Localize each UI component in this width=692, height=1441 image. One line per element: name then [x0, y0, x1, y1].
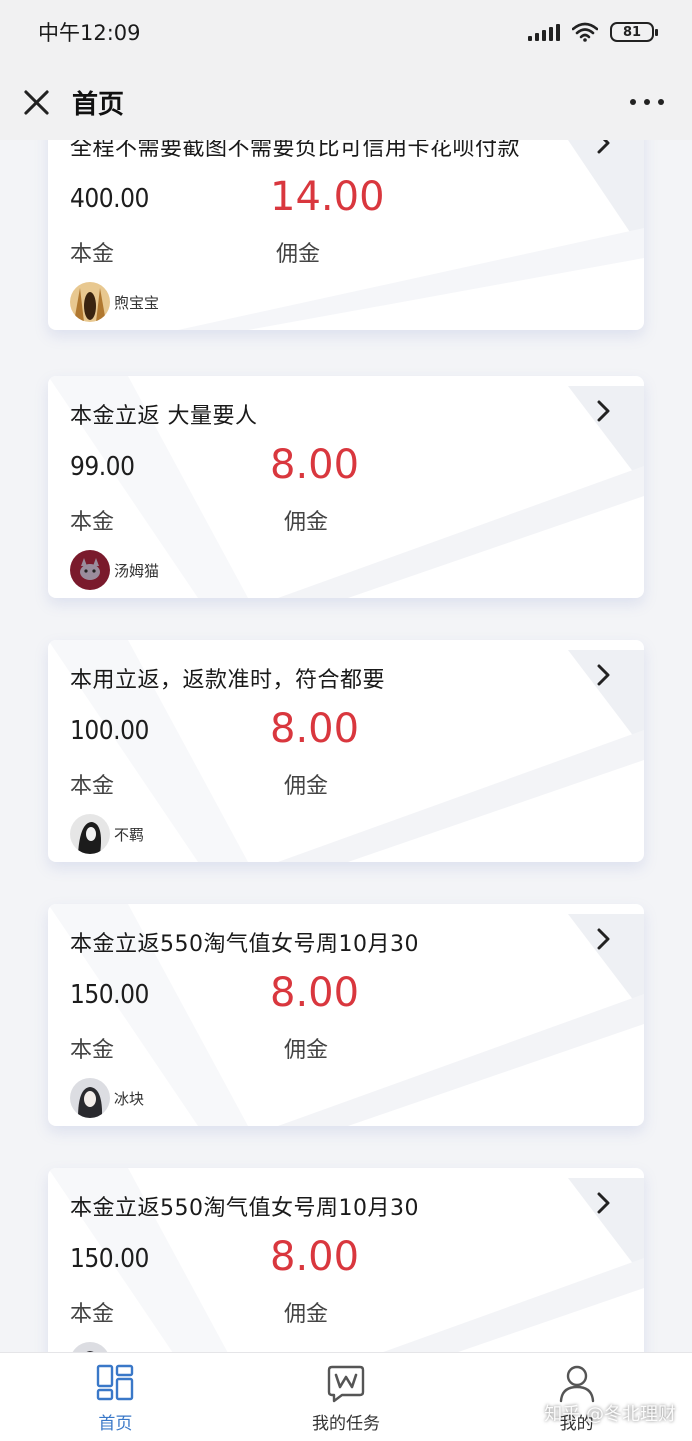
principal-amount: 100.00: [70, 716, 149, 746]
avatar: [70, 1342, 110, 1352]
task-card[interactable]: 本金立返550淘气值女号周10月30 150.00 8.00 本金 佣金 冰块: [48, 1168, 644, 1352]
tab-mine[interactable]: 我的: [461, 1353, 692, 1441]
username: 不羁: [114, 826, 145, 844]
tab-label: 首页: [98, 1414, 133, 1434]
commission-label: 佣金: [284, 1302, 329, 1327]
commission-amount: 14.00: [270, 174, 385, 220]
task-title: 本用立返，返款准时，符合都要: [70, 668, 386, 693]
chevron-right-icon[interactable]: [592, 664, 614, 686]
avatar: [70, 1078, 110, 1118]
username: 汤姆猫: [114, 562, 160, 580]
commission-label: 佣金: [284, 1038, 329, 1063]
task-title: 本金立返550淘气值女号周10月30: [70, 932, 419, 957]
chevron-right-icon[interactable]: [592, 140, 614, 154]
tab-label: 我的任务: [312, 1414, 380, 1434]
commission-amount: 8.00: [270, 442, 360, 488]
username: 冰块: [114, 1090, 145, 1108]
commission-amount: 8.00: [270, 970, 360, 1016]
principal-amount: 400.00: [70, 184, 149, 214]
more-options-icon[interactable]: [624, 89, 670, 115]
status-icons: 81: [528, 22, 658, 42]
task-title: 全程不需要截图不需要负比可信用卡花呗付款: [70, 140, 521, 161]
bottom-tab-bar: 首页 我的任务 我的: [0, 1352, 692, 1441]
commission-label: 佣金: [284, 510, 329, 535]
avatar: [70, 550, 110, 590]
watermark: 知乎 @冬北理财: [544, 1404, 676, 1425]
commission-amount: 8.00: [270, 1234, 360, 1280]
status-time: 中午12:09: [38, 21, 141, 45]
commission-amount: 8.00: [270, 706, 360, 752]
principal-amount: 150.00: [70, 1244, 149, 1274]
commission-label: 佣金: [276, 242, 321, 267]
tab-home[interactable]: 首页: [0, 1353, 231, 1441]
principal-amount: 99.00: [70, 452, 135, 482]
task-card[interactable]: 全程不需要截图不需要负比可信用卡花呗付款 400.00 14.00 本金 佣金 …: [48, 140, 644, 330]
principal-label: 本金: [70, 774, 115, 799]
avatar: [70, 282, 110, 322]
commission-label: 佣金: [284, 774, 329, 799]
principal-label: 本金: [70, 510, 115, 535]
page-title: 首页: [72, 89, 125, 120]
battery-level: 81: [622, 24, 642, 40]
username: 煦宝宝: [114, 294, 160, 312]
chevron-right-icon[interactable]: [592, 1192, 614, 1214]
close-icon[interactable]: [22, 88, 50, 116]
nav-bar: 首页: [0, 64, 692, 140]
principal-amount: 150.00: [70, 980, 149, 1010]
task-title: 本金立返 大量要人: [70, 404, 258, 429]
home-grid-icon: [97, 1364, 134, 1401]
task-title: 本金立返550淘气值女号周10月30: [70, 1196, 419, 1221]
battery-icon: 81: [610, 22, 658, 42]
signal-icon: [528, 23, 560, 41]
task-card[interactable]: 本金立返 大量要人 99.00 8.00 本金 佣金 汤姆猫: [48, 376, 644, 598]
avatar: [70, 814, 110, 854]
tab-my-tasks[interactable]: 我的任务: [231, 1353, 462, 1441]
tasks-w-icon: [327, 1365, 365, 1403]
task-card[interactable]: 本用立返，返款准时，符合都要 100.00 8.00 本金 佣金 不羁: [48, 640, 644, 862]
task-card[interactable]: 本金立返550淘气值女号周10月30 150.00 8.00 本金 佣金 冰块: [48, 904, 644, 1126]
task-list: 全程不需要截图不需要负比可信用卡花呗付款 400.00 14.00 本金 佣金 …: [0, 140, 692, 1352]
principal-label: 本金: [70, 1302, 115, 1327]
wifi-icon: [572, 22, 598, 42]
user-icon: [559, 1365, 594, 1403]
principal-label: 本金: [70, 242, 115, 267]
status-bar: 中午12:09 81: [0, 0, 692, 64]
chevron-right-icon[interactable]: [592, 400, 614, 422]
principal-label: 本金: [70, 1038, 115, 1063]
chevron-right-icon[interactable]: [592, 928, 614, 950]
